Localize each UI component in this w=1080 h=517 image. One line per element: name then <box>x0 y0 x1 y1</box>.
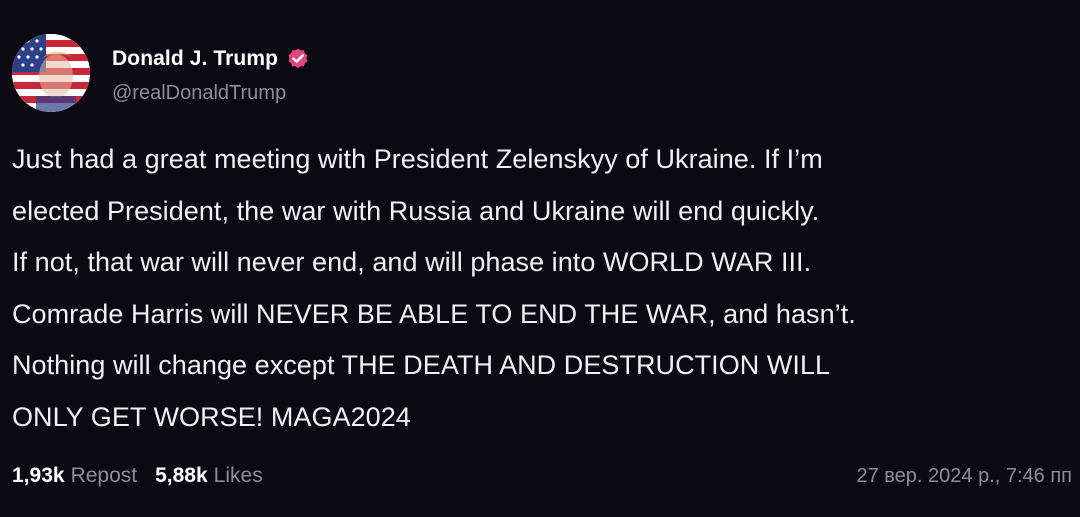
post-header: Donald J. Trump @realDonaldTrump <box>12 34 310 112</box>
post-text-line: If not, that war will never end, and wil… <box>12 247 812 277</box>
repost-count: 1,93k <box>12 464 65 487</box>
display-name[interactable]: Donald J. Trump <box>112 47 278 71</box>
author-handle[interactable]: @realDonaldTrump <box>112 82 310 105</box>
post-text-line: Comrade Harris will NEVER BE ABLE TO END… <box>12 298 856 329</box>
post-timestamp[interactable]: 27 вер. 2024 р., 7:46 пп <box>856 465 1072 488</box>
likes-stat[interactable]: 5,88k Likes <box>155 464 263 488</box>
verified-badge-icon <box>286 47 310 71</box>
likes-label: Likes <box>213 464 263 487</box>
post-text-line: Nothing will change except THE DEATH AND… <box>12 350 831 380</box>
post-stats: 1,93k Repost 5,88k Likes <box>12 464 263 488</box>
avatar[interactable] <box>12 34 90 112</box>
flag-portrait-avatar-icon <box>12 34 90 112</box>
repost-stat[interactable]: 1,93k Repost <box>12 464 137 488</box>
post-text-line: Just had a great meeting with President … <box>12 144 823 174</box>
author-names: Donald J. Trump @realDonaldTrump <box>112 42 310 105</box>
post-card: Donald J. Trump @realDonaldTrump Just ha… <box>0 0 1080 517</box>
post-footer: 1,93k Repost 5,88k Likes 27 вер. 2024 р., … <box>12 458 1072 494</box>
post-text: Just had a great meeting with President … <box>12 134 1072 443</box>
post-text-line: ONLY GET WORSE! MAGA2024 <box>12 401 411 432</box>
display-name-row: Donald J. Trump <box>112 42 310 76</box>
post-text-line: elected President, the war with Russia a… <box>12 195 820 226</box>
repost-label: Repost <box>70 464 138 487</box>
likes-count: 5,88k <box>155 464 208 487</box>
